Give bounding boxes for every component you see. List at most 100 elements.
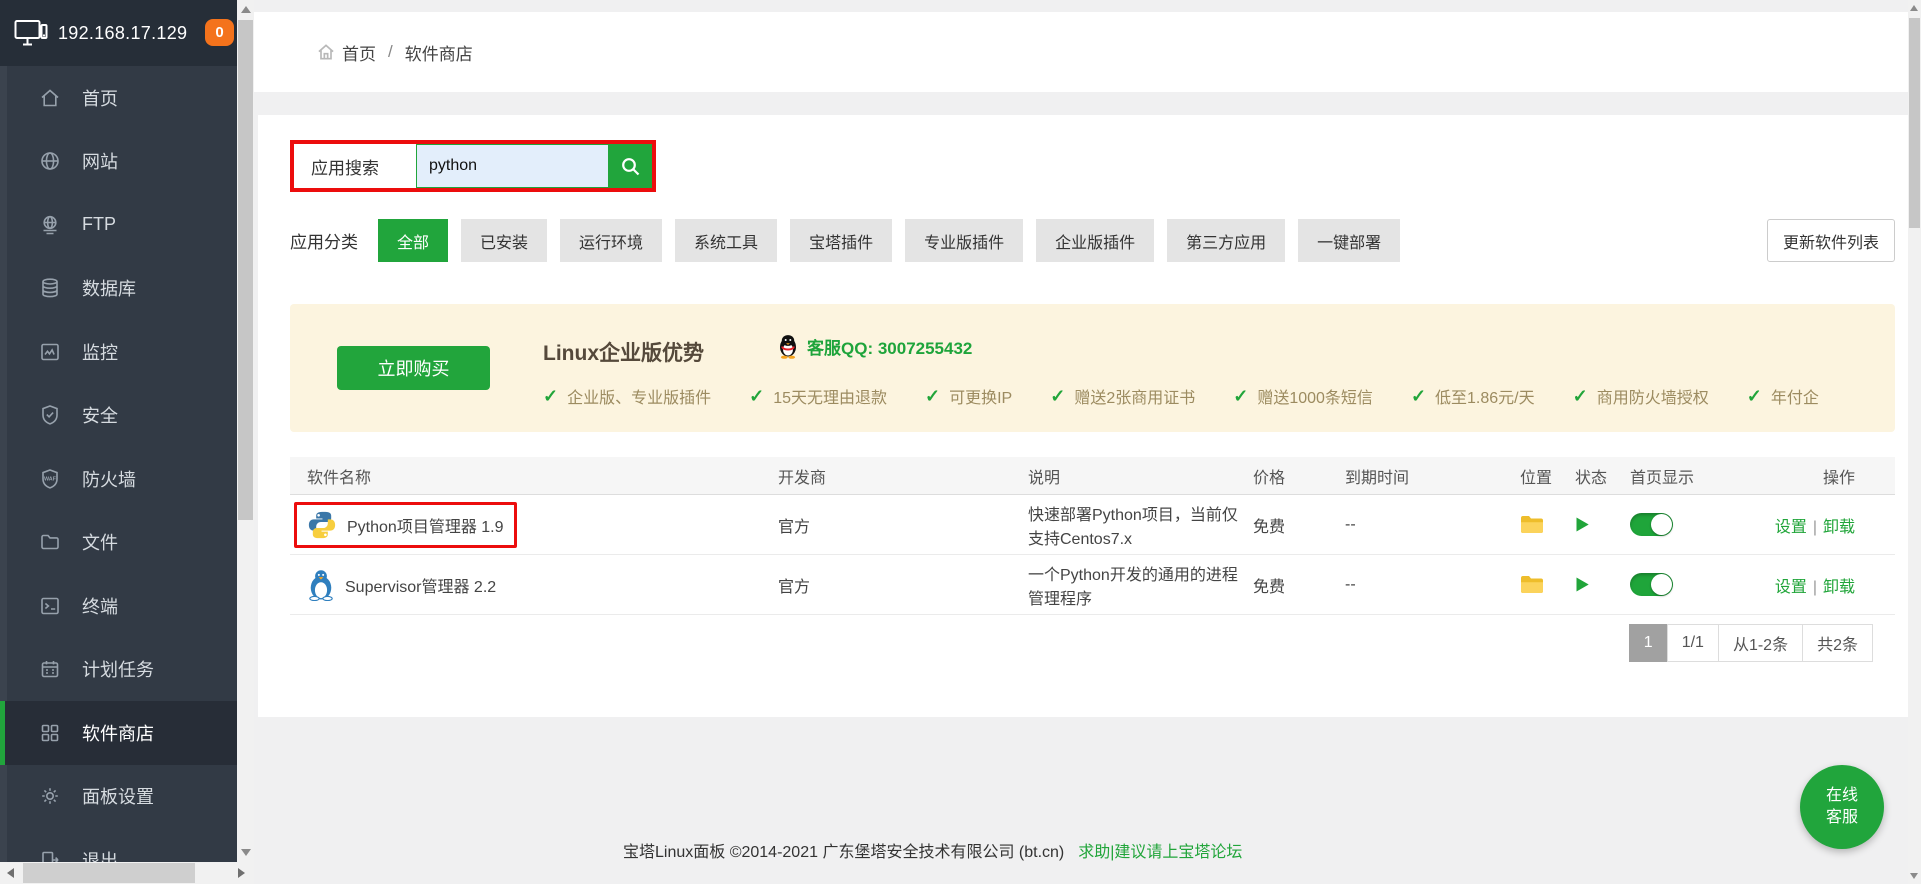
breadcrumb-home[interactable]: 首页 [316, 40, 376, 65]
sidebar-item-crontab[interactable]: 计划任务 [0, 638, 237, 702]
page-vertical-scrollbar[interactable] [1908, 0, 1921, 884]
sidebar-item-ftp[interactable]: FTP [0, 193, 237, 257]
sidebar-item-label: 退出 [82, 847, 118, 862]
expire-cell: -- [1345, 516, 1520, 534]
check-icon: ✓ [1233, 386, 1248, 407]
footer-forum-link[interactable]: 求助|建议请上宝塔论坛 [1078, 838, 1242, 862]
support-qq-label: 客服QQ: 3007255432 [807, 334, 972, 359]
buy-now-button[interactable]: 立即购买 [337, 346, 490, 390]
panel-header: 192.168.17.129 0 [0, 0, 237, 66]
scroll-up-arrow-icon[interactable] [1910, 5, 1918, 11]
sidebar-item-site[interactable]: 网站 [0, 130, 237, 194]
developer-cell: 官方 [778, 513, 1028, 537]
sidebar-item-terminal[interactable]: 终端 [0, 574, 237, 638]
server-ip[interactable]: 192.168.17.129 [58, 23, 187, 44]
sidebar-item-label: 面板设置 [82, 783, 154, 809]
scroll-left-arrow-icon[interactable] [7, 868, 14, 878]
category-tab-6[interactable]: 专业版插件 [905, 219, 1023, 262]
check-icon: ✓ [925, 386, 940, 407]
sidebar-item-config[interactable]: 面板设置 [0, 765, 237, 829]
home-icon [316, 42, 336, 62]
sidebar-item-label: 防火墙 [82, 466, 136, 492]
check-icon: ✓ [1747, 386, 1762, 407]
category-tab-4[interactable]: 系统工具 [675, 219, 777, 262]
page-total[interactable]: 共2条 [1802, 624, 1873, 662]
sidebar-item-soft[interactable]: 软件商店 [0, 701, 237, 765]
scroll-right-arrow-icon[interactable] [238, 868, 245, 878]
software-name[interactable]: Supervisor管理器 2.2 [345, 573, 496, 597]
banner-feature: ✓ 可更换IP [925, 384, 1012, 408]
uninstall-link[interactable]: 卸载 [1823, 519, 1855, 536]
sidebar-item-firewall[interactable]: WAF防火墙 [0, 447, 237, 511]
message-count-badge[interactable]: 0 [205, 19, 234, 46]
scroll-down-arrow-icon[interactable] [241, 849, 251, 856]
sidebar-item-logout[interactable]: 退出 [0, 828, 237, 862]
enterprise-promo-banner: 立即购买 Linux企业版优势 客服QQ: 3007255432 [290, 304, 1895, 432]
scroll-down-arrow-icon[interactable] [1910, 873, 1918, 879]
category-tab-7[interactable]: 企业版插件 [1036, 219, 1154, 262]
homepage-toggle-on[interactable] [1630, 513, 1673, 536]
homepage-toggle-on[interactable] [1630, 573, 1673, 596]
sidebar-item-home[interactable]: 首页 [0, 66, 237, 130]
server-monitor-icon [14, 19, 48, 47]
software-name[interactable]: Python项目管理器 1.9 [347, 513, 504, 537]
database-icon [38, 276, 62, 300]
sidebar-item-files[interactable]: 文件 [0, 511, 237, 575]
sidebar-vertical-scrollbar[interactable] [237, 0, 254, 862]
banner-feature: ✓年付企 [1747, 384, 1819, 408]
qq-penguin-icon [777, 334, 799, 359]
category-tab-2[interactable]: 已安装 [461, 219, 547, 262]
folder-icon[interactable] [1520, 575, 1544, 594]
banner-feature: ✓商用防火墙授权 [1573, 384, 1709, 408]
expire-cell: -- [1345, 576, 1520, 594]
uninstall-link[interactable]: 卸载 [1823, 579, 1855, 596]
category-tab-3[interactable]: 运行环境 [560, 219, 662, 262]
table-row: Supervisor管理器 2.2官方一个Python开发的通用的进程管理程序免… [290, 555, 1895, 615]
breadcrumb: 首页 / 软件商店 [254, 12, 1908, 92]
footer: 宝塔Linux面板 ©2014-2021 广东堡塔安全技术有限公司 (bt.cn… [623, 838, 1242, 862]
sidebar-item-label: 网站 [82, 148, 118, 174]
page-range[interactable]: 从1-2条 [1718, 624, 1803, 662]
category-tab-8[interactable]: 第三方应用 [1167, 219, 1285, 262]
breadcrumb-current: 软件商店 [405, 40, 473, 65]
bottom-horizontal-scrollbar[interactable] [0, 862, 254, 884]
sidebar-item-security[interactable]: 安全 [0, 384, 237, 448]
sidebar-item-database[interactable]: 数据库 [0, 257, 237, 321]
breadcrumb-home-label[interactable]: 首页 [342, 40, 376, 65]
vertical-scrollbar-thumb[interactable] [238, 20, 253, 520]
sidebar-item-label: 监控 [82, 339, 118, 365]
soft-icon [38, 721, 62, 745]
software-name-cell: Supervisor管理器 2.2 [290, 561, 778, 609]
online-support-button[interactable]: 在线 客服 [1800, 765, 1884, 849]
running-play-icon[interactable] [1575, 576, 1590, 593]
folder-icon[interactable] [1520, 515, 1544, 534]
settings-link[interactable]: 设置 [1775, 519, 1807, 536]
settings-link[interactable]: 设置 [1775, 579, 1807, 596]
check-icon: ✓ [543, 386, 558, 407]
logout-icon [38, 848, 62, 862]
running-play-icon[interactable] [1575, 516, 1590, 533]
update-software-list-button[interactable]: 更新软件列表 [1767, 219, 1895, 262]
price-cell: 免费 [1253, 573, 1345, 597]
search-input[interactable] [416, 144, 609, 188]
banner-feature-label: 可更换IP [949, 384, 1012, 408]
page-ratio[interactable]: 1/1 [1667, 624, 1719, 662]
check-icon: ✓ [1050, 386, 1065, 407]
category-tab-1[interactable]: 全部 [378, 219, 448, 262]
main-content: 首页 / 软件商店 应用搜索 应用分类 全部已安装运行环境系统工具宝塔插件专业版… [254, 0, 1921, 884]
location-cell [1520, 575, 1575, 594]
banner-feature-label: 低至1.86元/天 [1435, 384, 1535, 408]
security-icon [38, 403, 62, 427]
banner-feature: ✓赠送1000条短信 [1233, 384, 1373, 408]
page-number-current[interactable]: 1 [1629, 624, 1668, 662]
category-tab-9[interactable]: 一键部署 [1298, 219, 1400, 262]
horizontal-scrollbar-thumb[interactable] [23, 863, 195, 883]
category-tab-5[interactable]: 宝塔插件 [790, 219, 892, 262]
page-scrollbar-thumb[interactable] [1909, 18, 1920, 228]
python-logo-icon [307, 510, 337, 540]
crontab-icon [38, 657, 62, 681]
scroll-up-arrow-icon[interactable] [241, 6, 251, 13]
search-button[interactable] [609, 144, 652, 188]
banner-feature: ✓低至1.86元/天 [1411, 384, 1535, 408]
sidebar-item-monitor[interactable]: 监控 [0, 320, 237, 384]
